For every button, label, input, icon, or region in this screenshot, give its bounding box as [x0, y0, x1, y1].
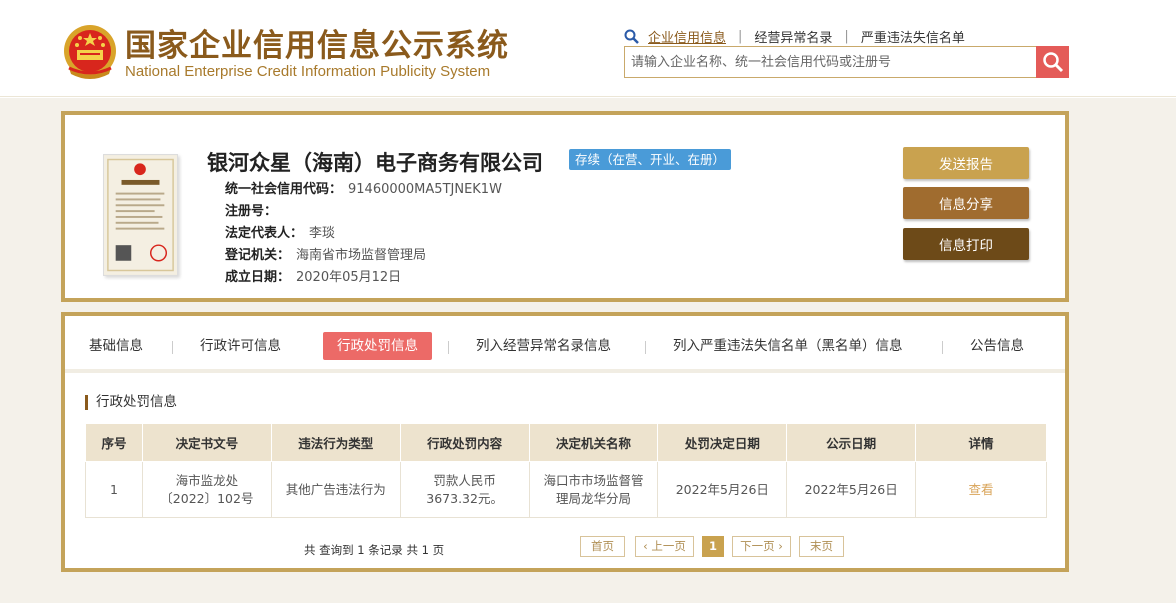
detail-panel: 基础信息 行政许可信息 行政处罚信息 列入经营异常名录信息 列入严重违法失信名单… [61, 312, 1069, 572]
penalty-table: 序号 决定书文号 违法行为类型 行政处罚内容 决定机关名称 处罚决定日期 公示日… [85, 423, 1047, 518]
tab-separator [172, 341, 173, 354]
column-header: 公示日期 [786, 423, 917, 462]
site-title: 国家企业信用信息公示系统 [125, 28, 509, 64]
field-label: 成立日期： [225, 270, 291, 285]
link-abnormal-list[interactable]: 经营异常名录 [754, 27, 832, 46]
column-header: 详情 [915, 423, 1047, 462]
tab-blacklist[interactable]: 列入严重违法失信名单（黑名单）信息 [673, 332, 903, 360]
print-info-button[interactable]: 信息打印 [903, 228, 1029, 260]
search-button[interactable] [1036, 46, 1069, 78]
next-page-button[interactable]: 下一页 › [732, 536, 791, 557]
column-header: 序号 [85, 423, 143, 462]
link-separator: | [738, 29, 743, 44]
field-value: 李琰 [309, 226, 336, 241]
field-value: 91460000MA5TJNEK1W [348, 182, 502, 197]
column-header: 决定机关名称 [528, 423, 659, 462]
search-input[interactable] [625, 47, 1036, 77]
share-info-button[interactable]: 信息分享 [903, 187, 1029, 219]
first-page-button[interactable]: 首页 [580, 536, 625, 557]
tab-separator [448, 341, 449, 354]
info-tabs: 基础信息 行政许可信息 行政处罚信息 列入经营异常名录信息 列入严重违法失信名单… [65, 316, 1065, 373]
tab-admin-license[interactable]: 行政许可信息 [200, 332, 281, 360]
column-header: 违法行为类型 [270, 423, 401, 462]
tab-abnormal-list[interactable]: 列入经营异常名录信息 [476, 332, 611, 360]
national-emblem-icon [64, 25, 116, 79]
prev-page-button[interactable]: ‹ 上一页 [635, 536, 694, 557]
link-blacklist[interactable]: 严重违法失信名单 [861, 27, 965, 46]
company-panel: 银河众星（海南）电子商务有限公司 存续（在营、开业、在册） 统一社会信用代码： 9… [61, 111, 1069, 302]
column-header: 决定书文号 [141, 423, 272, 462]
view-details-link[interactable]: 查看 [969, 482, 994, 497]
top-links: 企业信用信息 | 经营异常名录 | 严重违法失信名单 [624, 27, 965, 46]
status-badge: 存续（在营、开业、在册） [569, 149, 732, 170]
info-credit-code: 统一社会信用代码： 91460000MA5TJNEK1W [225, 178, 502, 197]
table-cell: 海口市市场监督管理局龙华分局 [528, 461, 659, 518]
table-row: 1 海市监龙处〔2022〕102号 其他广告违法行为 罚款人民币3673.32元… [85, 461, 1047, 518]
section-title: 行政处罚信息 [85, 395, 177, 410]
search-box [624, 46, 1069, 78]
search-magnifier-icon [624, 29, 639, 44]
table-cell: 其他广告违法行为 [270, 461, 401, 518]
site-subtitle: National Enterprise Credit Information P… [125, 63, 491, 80]
column-header: 行政处罚内容 [399, 423, 530, 462]
table-cell: 海市监龙处〔2022〕102号 [141, 461, 272, 518]
tab-announcements[interactable]: 公告信息 [970, 332, 1024, 360]
current-page-indicator[interactable]: 1 [702, 536, 724, 557]
field-value: 海南省市场监督管理局 [296, 248, 427, 263]
table-cell: 2022年5月26日 [786, 461, 917, 518]
link-separator: | [844, 29, 849, 44]
info-registration-authority: 登记机关： 海南省市场监督管理局 [225, 244, 426, 263]
tab-basic-info[interactable]: 基础信息 [89, 332, 143, 360]
site-header: 国家企业信用信息公示系统 National Enterprise Credit … [0, 0, 1176, 97]
info-legal-rep: 法定代表人： 李琰 [225, 222, 335, 241]
table-cell: 查看 [915, 461, 1047, 518]
field-label: 登记机关： [225, 248, 291, 263]
table-cell: 2022年5月26日 [657, 461, 788, 518]
record-summary: 共 查询到 1 条记录 共 1 页 [304, 543, 445, 557]
column-header: 处罚决定日期 [657, 423, 788, 462]
business-license-image[interactable] [103, 154, 178, 276]
field-label: 法定代表人： [225, 226, 304, 241]
info-reg-number: 注册号： [225, 200, 283, 219]
info-established-date: 成立日期： 2020年05月12日 [225, 266, 401, 285]
field-label: 注册号： [225, 204, 278, 219]
tab-separator [645, 341, 646, 354]
table-cell: 1 [85, 461, 143, 518]
table-cell: 罚款人民币3673.32元。 [399, 461, 530, 518]
last-page-button[interactable]: 末页 [799, 536, 844, 557]
field-label: 统一社会信用代码： [225, 182, 343, 197]
search-icon [1042, 52, 1063, 73]
link-enterprise-credit[interactable]: 企业信用信息 [648, 27, 726, 46]
send-report-button[interactable]: 发送报告 [903, 147, 1029, 179]
tab-separator [942, 341, 943, 354]
tab-admin-penalty[interactable]: 行政处罚信息 [323, 332, 432, 360]
field-value: 2020年05月12日 [296, 270, 402, 285]
table-header-row: 序号 决定书文号 违法行为类型 行政处罚内容 决定机关名称 处罚决定日期 公示日… [85, 423, 1047, 462]
company-name: 银河众星（海南）电子商务有限公司 [207, 151, 543, 175]
